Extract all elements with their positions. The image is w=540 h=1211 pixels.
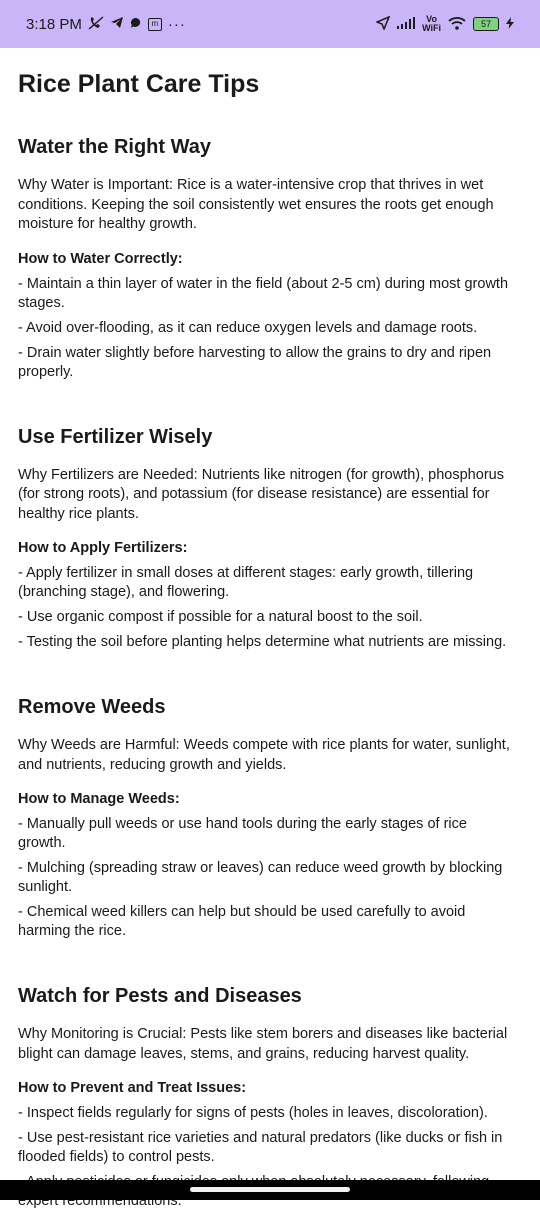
wifi-icon [448,16,466,33]
battery-icon: 57 [473,17,499,31]
tip-point: - Inspect fields regularly for signs of … [18,1105,488,1121]
section-fertilizer: Use Fertilizer Wisely Why Fertilizers ar… [18,424,518,653]
tip-point: - Mulching (spreading straw or leaves) c… [18,860,503,895]
m-app-label: m [151,19,159,28]
vowifi-icon: Vo WiFi [422,15,441,33]
home-gesture-handle[interactable] [190,1187,350,1192]
tip-point: - Chemical weed killers can help but sho… [18,904,466,939]
section-pests: Watch for Pests and Diseases Why Monitor… [18,983,518,1211]
section-heading: Watch for Pests and Diseases [18,985,302,1007]
section-why: Why Fertilizers are Needed: Nutrients li… [18,466,504,522]
tip-point: - Use pest-resistant rice varieties and … [18,1130,503,1165]
section-howto: How to Apply Fertilizers: [18,540,188,556]
vowifi-bottom: WiFi [422,23,441,33]
tip-point: - Use organic compost if possible for a … [18,609,423,625]
page-title: Rice Plant Care Tips [18,70,260,98]
muted-call-icon [88,15,104,33]
status-bar: 3:18 PM m ··· Vo WiFi 57 [0,0,540,48]
more-dots-icon: ··· [167,15,186,33]
charging-icon [506,16,514,32]
telegram-icon [110,16,124,32]
status-left: 3:18 PM m ··· [26,16,186,33]
section-why: Why Weeds are Harmful: Weeds compete wit… [18,737,510,773]
status-time: 3:18 PM [26,15,82,33]
m-app-icon: m [147,17,162,31]
section-heading: Remove Weeds [18,696,166,718]
tip-point: - Avoid over-flooding, as it can reduce … [18,319,478,336]
location-arrow-icon [375,15,391,33]
section-howto: How to Manage Weeds: [18,791,180,807]
tip-point: - Manually pull weeds or use hand tools … [18,816,467,851]
chat-bubble-icon [130,17,142,32]
signal-bars-icon [397,16,416,32]
tip-point: - Drain water slightly before harvesting… [18,344,492,380]
tip-point: - Testing the soil before planting helps… [18,634,507,650]
section-why: Why Monitoring is Crucial: Pests like st… [18,1026,508,1062]
section-howto: How to Prevent and Treat Issues: [18,1080,247,1096]
section-heading: Use Fertilizer Wisely [18,425,213,448]
tip-point: - Apply fertilizer in small doses at dif… [18,565,474,600]
battery-level: 57 [480,19,491,29]
section-why: Why Water is Important: Rice is a water-… [18,177,494,232]
section-weeds: Remove Weeds Why Weeds are Harmful: Weed… [18,694,518,941]
section-heading: Water the Right Way [18,136,211,158]
section-howto: How to Water Correctly: [18,250,183,267]
content: Rice Plant Care Tips Water the Right Way… [18,62,518,1211]
status-right: Vo WiFi 57 [375,15,514,33]
tip-point: - Maintain a thin layer of water in the … [18,275,509,311]
section-water: Water the Right Way Why Water is Importa… [18,134,518,382]
navigation-bar [0,1180,540,1200]
